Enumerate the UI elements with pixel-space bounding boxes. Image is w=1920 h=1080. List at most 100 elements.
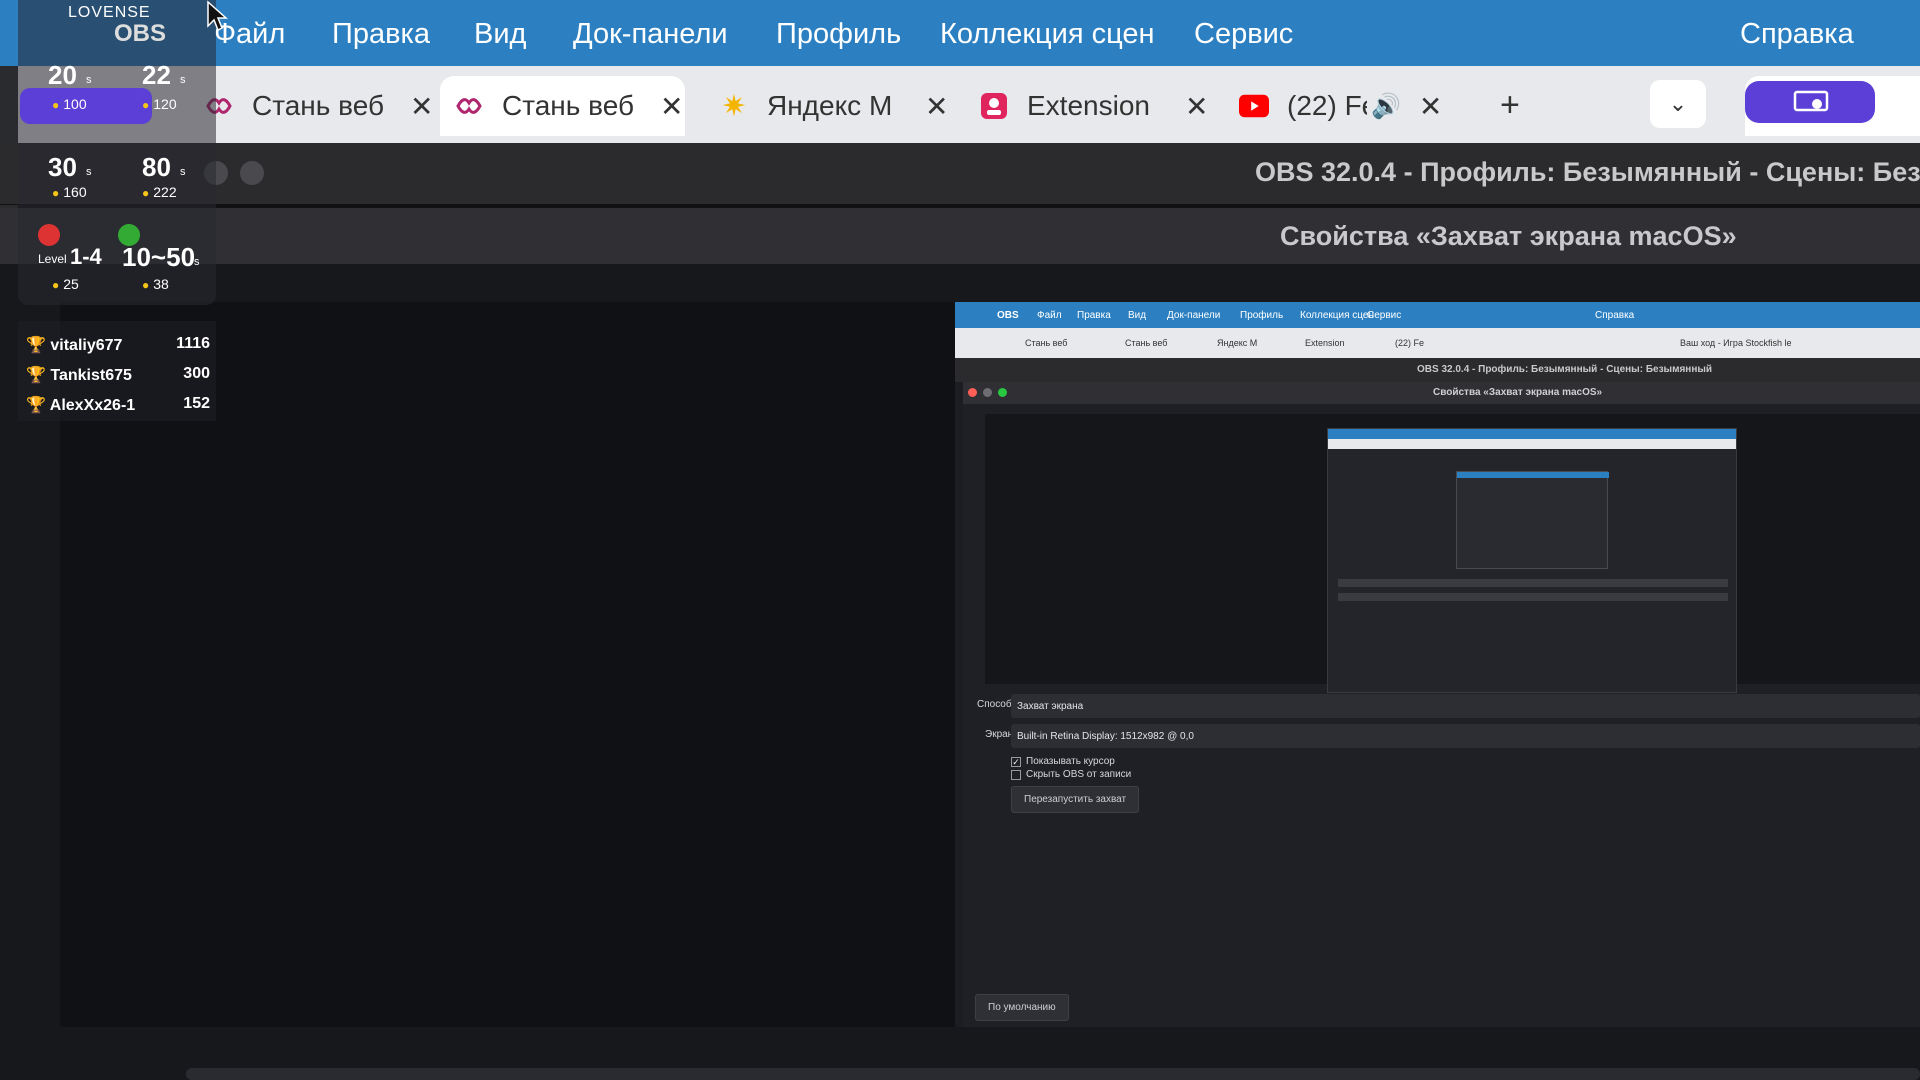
inner-inner-capture [1456,471,1609,569]
leaderboard-name: 🏆 Tankist675 [26,365,132,389]
youtube-icon [1239,91,1269,121]
leaderboard-row: 🏆 vitaliy677 1116 [26,335,210,359]
obs-titlebar: OBS 32.0.4 - Профиль: Безымянный - Сцены… [0,143,1920,205]
coin-icon: ● [52,186,60,200]
nested-properties-title: Свойства «Захват экрана macOS» [1433,387,1603,398]
tab-2[interactable]: Стань веб ✕ [440,76,685,136]
show-cursor-checkbox[interactable]: ✓ Показывать курсор [1011,756,1115,767]
level-unit: s [86,166,92,178]
inner-menubar [1328,429,1736,439]
menu-profile[interactable]: Профиль [776,18,901,51]
tab-3[interactable]: ✷ Яндекс М ✕ [705,76,955,136]
tab-5[interactable]: (22) Fe 🔊 ✕ [1225,76,1455,136]
leaderboard-row: 🏆 AlexXx26-1 152 [26,395,210,419]
close-icon[interactable]: ✕ [660,90,683,123]
coin-amount: ● 160 [52,184,87,200]
coin-amount: ● 25 [52,276,79,292]
timer-unit: s [194,256,200,268]
new-tab-button[interactable]: + [1500,86,1520,125]
screen-user-icon [1793,90,1829,112]
window-title: OBS 32.0.4 - Профиль: Безымянный - Сцены… [1255,157,1920,187]
level-value: 20 [48,60,77,90]
menu-edit[interactable]: Правка [332,18,430,51]
trophy-icon: 🏆 [26,367,46,384]
mouse-cursor-icon [207,0,228,32]
chevron-down-icon: ⌄ [1668,91,1688,116]
nested-menu-item: Профиль [1240,310,1284,321]
coin-amount: ● 222 [142,184,177,200]
coin-icon: ● [142,98,150,112]
timer-range: 10~50 [122,242,196,272]
nested-menu-item: Коллекция сцен [1300,310,1374,321]
player-name: vitaliy677 [50,337,123,354]
properties-titlebar: Свойства «Захват экрана macOS» [0,208,1920,264]
checkmark-icon: ✓ [1011,756,1021,767]
nested-tab: Ваш ход - Игра Stockfish le [1680,338,1792,348]
nested-obs-titlebar: OBS 32.0.4 - Профиль: Безымянный - Сцены… [955,358,1920,382]
level-unit: s [180,166,186,178]
speaker-icon[interactable]: 🔊 [1371,92,1401,121]
tab-title: Стань веб [502,90,634,121]
horizontal-scrollbar[interactable] [186,1068,1920,1080]
close-dot-icon [968,388,977,397]
screen-label: Экран [985,729,1014,740]
inner-tabbar [1328,439,1736,449]
nested-tab: (22) Fe [1395,338,1425,348]
menu-tools[interactable]: Сервис [1194,18,1293,51]
player-score: 152 [183,395,210,412]
minimize-dot-icon [983,388,992,397]
nested-menu-item: Файл [1037,310,1062,321]
hide-obs-label: Скрыть OBS от записи [1026,769,1132,780]
level-range: 1-4 [70,244,102,269]
hide-obs-checkbox[interactable]: Скрыть OBS от записи [1011,769,1131,780]
coins-value: 100 [63,96,87,112]
tab-1[interactable]: Стань веб ✕ [190,76,440,136]
defaults-button[interactable]: По умолчанию [975,994,1069,1021]
leaderboard-name: 🏆 vitaliy677 [26,335,122,359]
coins-value: 120 [153,96,177,112]
leaderboard-row: 🏆 Tankist675 300 [26,365,210,389]
checkbox-box [1011,769,1021,780]
inner-preview [985,414,1920,693]
menu-help[interactable]: Справка [1740,18,1854,51]
trophy-icon: 🏆 [26,397,46,414]
coins-value: 25 [63,276,79,292]
close-icon[interactable]: ✕ [1419,90,1442,123]
coins-value: 222 [153,184,177,200]
level-value: 22 [142,60,171,90]
nested-tab: Яндекс М [1217,338,1258,348]
tab-title: (22) Fe [1287,90,1367,121]
level-unit: s [180,74,186,86]
leaderboard-name: 🏆 AlexXx26-1 [26,395,135,419]
close-icon[interactable]: ✕ [925,90,948,123]
player-score: 1116 [176,335,210,352]
close-icon[interactable]: ✕ [410,90,433,123]
coin-icon: ● [52,98,60,112]
show-cursor-label: Показывать курсор [1026,756,1115,767]
tab-4[interactable]: Extension ✕ [965,76,1215,136]
tab-title: Яндекс М [767,90,893,121]
nested-properties-titlebar: Свойства «Захват экрана macOS» [963,382,1920,404]
extension-icon [979,91,1009,121]
method-select[interactable]: Захват экрана [1011,694,1920,718]
window-zoom-button[interactable] [240,161,264,185]
menu-view[interactable]: Вид [474,18,526,51]
coin-icon: ● [142,278,150,292]
screen-select[interactable]: Built-in Retina Display: 1512x982 @ 0,0 [1011,724,1920,748]
menu-scene-collection[interactable]: Коллекция сцен [940,18,1155,51]
capture-preview: OBS Файл Правка Вид Док-панели Профиль К… [955,302,1920,1027]
player-name: AlexXx26-1 [49,397,136,414]
menu-docks[interactable]: Док-панели [573,18,728,51]
leaderboard: 🏆 vitaliy677 1116 🏆 Tankist675 300 🏆 Ale… [18,321,216,421]
method-label: Способ [977,699,1012,710]
random-icon [38,224,60,246]
restart-capture-button[interactable]: Перезапустить захват [1011,786,1140,813]
close-icon[interactable]: ✕ [1185,90,1208,123]
nested-menu-item: Справка [1595,310,1635,321]
profile-button[interactable] [1745,81,1875,123]
trophy-icon: 🏆 [26,337,46,354]
tab-list-button[interactable]: ⌄ [1650,80,1706,128]
nested-tabbar: Стань веб Стань веб Яндекс М Extension (… [955,328,1920,358]
coin-amount: ● 100 [52,96,87,112]
coin-amount: ● 120 [142,96,177,112]
